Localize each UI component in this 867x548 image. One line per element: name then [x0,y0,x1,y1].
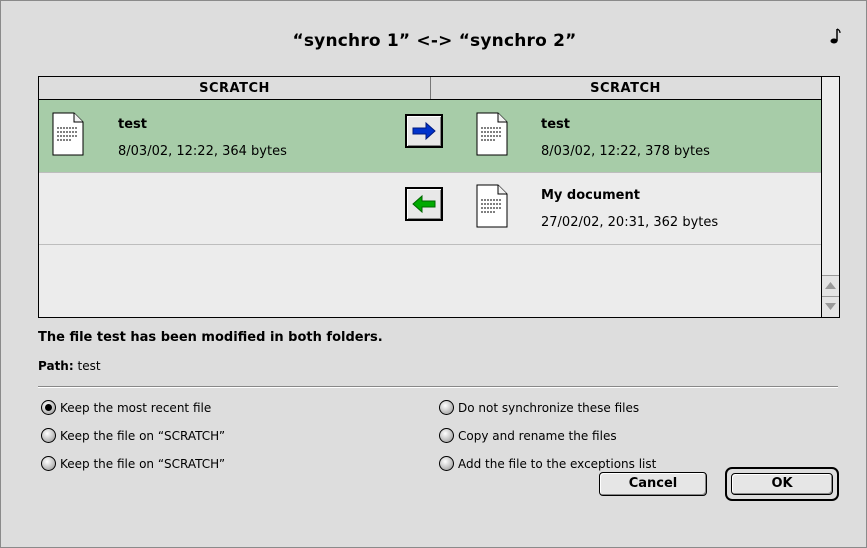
dialog-title: “synchro 1” <-> “synchro 2” [292,31,577,51]
vertical-scrollbar[interactable] [821,77,839,317]
column-header-right: SCRATCH [590,81,661,96]
document-icon [476,112,508,156]
status-message: The file test has been modified in both … [38,330,383,345]
option-copy-rename[interactable]: Copy and rename the files [439,428,617,443]
option-do-not-sync[interactable]: Do not synchronize these files [439,400,639,415]
option-label: Keep the file on “SCRATCH” [60,428,226,443]
option-label: Keep the most recent file [60,400,212,415]
right-file-name: test [541,117,570,132]
option-add-exception[interactable]: Add the file to the exceptions list [439,456,656,471]
radio-icon[interactable] [439,456,454,471]
path-label: Path [38,359,69,373]
file-comparison-list[interactable]: SCRATCH SCRATCH test 8/03/02, 12:22, 364… [38,76,840,318]
option-keep-right-scratch[interactable]: Keep the file on “SCRATCH” [41,456,225,471]
option-keep-recent[interactable]: Keep the most recent file [41,400,211,415]
radio-selected-icon[interactable] [41,400,56,415]
right-arrow-icon [412,121,436,141]
ok-button[interactable]: OK [731,473,833,495]
radio-icon[interactable] [41,428,56,443]
right-file-meta: 27/02/02, 20:31, 362 bytes [541,215,719,230]
column-header-left: SCRATCH [199,81,270,96]
copy-right-button[interactable] [405,114,443,148]
triangle-down-icon [825,303,836,310]
path-value: test [77,359,101,373]
option-label: Keep the file on “SCRATCH” [60,456,226,471]
scroll-down-button[interactable] [822,296,839,317]
divider [38,386,838,388]
table-row[interactable]: test 8/03/02, 12:22, 364 bytes test 8/03… [39,100,821,173]
list-header: SCRATCH SCRATCH [39,77,821,100]
right-file-name: My document [541,188,640,203]
option-keep-left-scratch[interactable]: Keep the file on “SCRATCH” [41,428,225,443]
scroll-up-button[interactable] [822,275,839,296]
option-label: Add the file to the exceptions list [458,456,657,471]
copy-left-button[interactable] [405,187,443,221]
document-icon [476,184,508,228]
note-icon [830,28,841,44]
path-line: Path: test [38,359,101,373]
option-label: Do not synchronize these files [458,400,640,415]
document-icon [52,112,84,156]
radio-icon[interactable] [439,428,454,443]
default-button-ring: OK [725,467,839,501]
sync-dialog: “synchro 1” <-> “synchro 2” SCRATCH SCRA… [0,0,867,548]
radio-icon[interactable] [439,400,454,415]
left-arrow-icon [412,194,436,214]
triangle-up-icon [825,282,836,289]
left-file-name: test [118,117,147,132]
cancel-button[interactable]: Cancel [599,472,707,496]
radio-icon[interactable] [41,456,56,471]
table-row[interactable]: My document 27/02/02, 20:31, 362 bytes [39,173,821,245]
option-label: Copy and rename the files [458,428,617,443]
left-file-meta: 8/03/02, 12:22, 364 bytes [118,144,287,159]
path-separator: : [68,359,74,373]
list-rows: test 8/03/02, 12:22, 364 bytes test 8/03… [39,100,821,317]
right-file-meta: 8/03/02, 12:22, 378 bytes [541,144,710,159]
table-row-empty [39,245,821,317]
